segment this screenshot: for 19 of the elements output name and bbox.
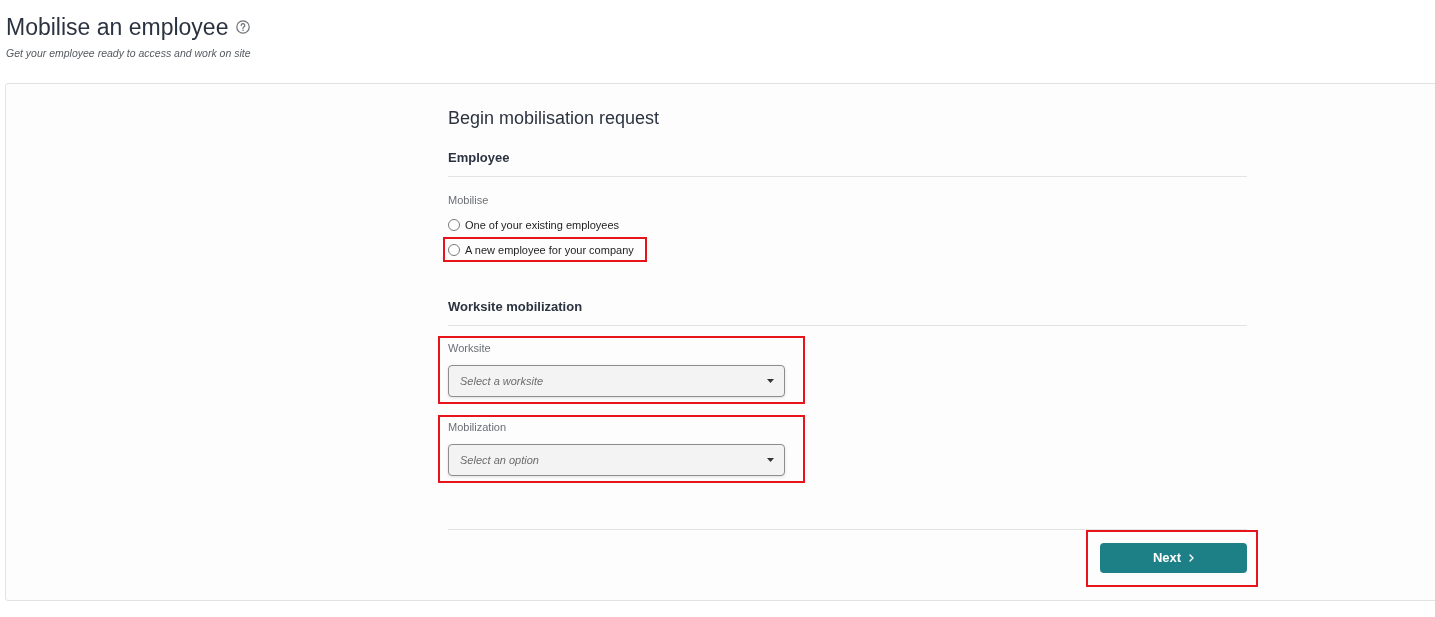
radio-button[interactable] [448,218,460,231]
page-title: Mobilise an employee [6,13,229,41]
page-subtitle: Get your employee ready to access and work on site [6,46,251,60]
field-label: Mobilise [448,193,489,207]
section-heading: Employee [448,149,510,167]
radio-option-label: One of your existing employees [465,217,620,232]
section-heading: Worksite mobilization [448,298,583,316]
next-button[interactable]: Next [1100,543,1247,573]
help-icon[interactable] [236,20,251,34]
field-label: Mobilization [448,420,507,434]
chevron-right-icon [1189,554,1195,562]
field-label: Worksite [448,341,491,355]
select-field[interactable]: Select a worksite [448,365,785,397]
caret-down-icon [767,458,774,462]
caret-down-icon [767,379,774,383]
select-field[interactable]: Select an option [448,444,785,476]
radio-option-label: A new employee for your company [465,242,634,257]
radio-button[interactable] [448,243,460,256]
form-title: Begin mobilisation request [448,107,660,130]
